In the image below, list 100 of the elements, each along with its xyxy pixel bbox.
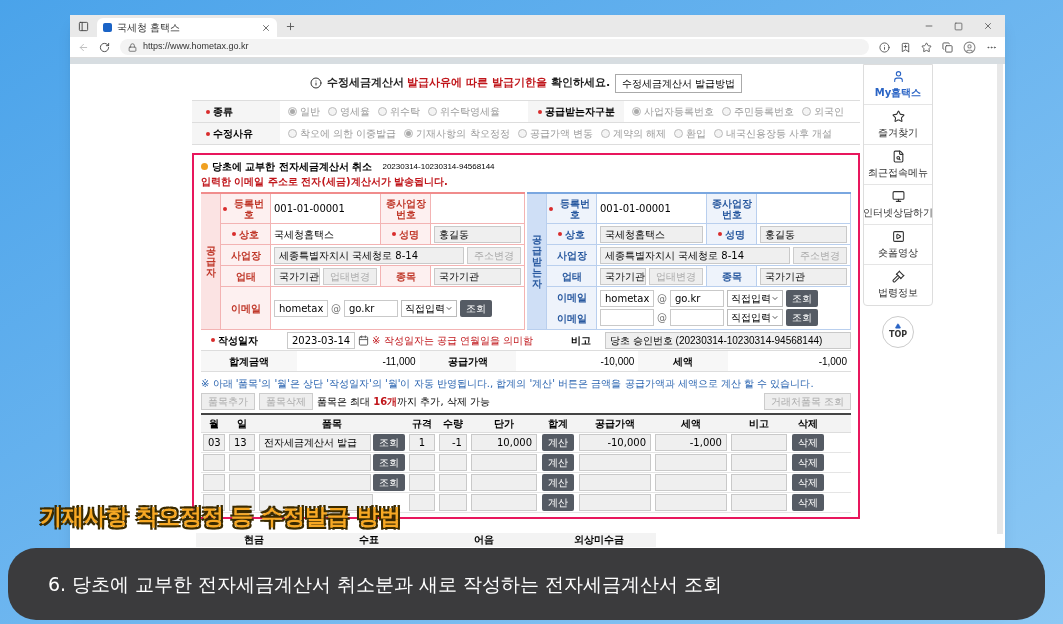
radio-button[interactable] [288,107,297,116]
required-mark-icon [223,206,227,211]
day-field[interactable]: 13 [229,434,255,451]
guide-button[interactable]: 수정세금계산서 발급방법 [615,73,743,93]
radio-button[interactable] [713,129,723,138]
top-button[interactable]: TOP [882,316,914,348]
email-domain-field[interactable]: go.kr [344,299,398,317]
radio-button[interactable] [328,107,337,116]
note-field[interactable] [731,494,787,511]
select-dropdown[interactable]: 직접입력 [401,299,457,317]
text-field[interactable]: 홍길동 [434,225,521,243]
tax-field[interactable] [655,494,727,511]
select-dropdown[interactable]: 직접입력 [727,290,783,307]
price-field[interactable] [471,474,537,491]
option-label: 수정사유 [213,127,253,141]
select-dropdown[interactable]: 직접입력 [727,309,783,326]
supply-field[interactable]: -10,000 [579,434,651,451]
quick-menu-item[interactable]: 법령정보 [864,265,932,305]
spec-field[interactable] [409,494,435,511]
star-icon [891,109,905,123]
lookup-button[interactable]: 조회 [373,454,405,471]
text-field[interactable]: 홍길동 [760,225,847,243]
radio-button[interactable] [428,107,437,116]
tax-field[interactable]: -1,000 [655,434,727,451]
month-field[interactable] [203,474,225,491]
delete-button[interactable]: 삭제 [792,434,824,451]
price-field[interactable] [471,454,537,471]
calculate-button[interactable]: 계산 [542,454,574,471]
price-field[interactable] [471,494,537,511]
quick-menu-item[interactable]: My홈택스 [864,65,932,105]
month-field[interactable] [203,454,225,471]
quantity-field[interactable]: -1 [439,434,467,451]
date-field[interactable]: 2023-03-14 [287,331,355,349]
text-field[interactable]: 국가기관 [274,267,320,285]
quantity-field[interactable] [439,474,467,491]
email-id-field[interactable] [600,309,654,326]
delete-button[interactable]: 삭제 [792,494,824,511]
lookup-button[interactable]: 조회 [786,290,818,307]
item-field[interactable] [259,474,371,491]
text-field[interactable]: 국세청홈택스 [600,225,703,243]
text-field[interactable]: 세종특별자치시 국세청로 8-14 [600,246,790,264]
browser-tab[interactable]: 국세청 홈택스 [97,18,277,37]
field-label: 사업장 [230,248,261,263]
note-field[interactable] [731,474,787,491]
email-domain-field[interactable]: go.kr [670,290,724,307]
supply-field[interactable] [579,474,651,491]
radio-button[interactable] [378,107,387,116]
memo-field[interactable]: 당초 승인번호 (20230314-10230314-94568144) [605,331,851,349]
radio-button[interactable] [517,129,527,138]
note-field[interactable] [731,434,787,451]
month-field[interactable]: 03 [203,434,225,451]
text-field[interactable]: 세종특별자치시 국세청로 8-14 [274,246,464,264]
item-field[interactable]: 전자세금계산서 발급 [259,434,371,451]
quantity-field[interactable] [439,454,467,471]
tax-field[interactable] [655,474,727,491]
radio-button[interactable] [673,129,683,138]
field-label: 종사업장번호 [710,197,753,220]
radio-button[interactable] [802,107,811,116]
lookup-button[interactable]: 조회 [786,309,818,326]
radio-button[interactable] [404,129,414,138]
item-field[interactable] [259,454,371,471]
supply-field[interactable] [579,454,651,471]
quick-menu-item[interactable]: 인터넷상담하기 [864,185,932,225]
at-sign: @ [331,301,341,316]
quick-menu-item[interactable]: 최근접속메뉴 [864,145,932,185]
day-field[interactable] [229,474,255,491]
spec-field[interactable] [409,454,435,471]
address-bar[interactable]: https://www.hometax.go.kr [120,39,869,55]
lookup-button[interactable]: 조회 [373,434,405,451]
supply-field[interactable] [579,494,651,511]
quantity-field[interactable] [439,494,467,511]
column-header: 세액 [680,417,702,431]
day-field[interactable] [229,454,255,471]
lookup-button[interactable]: 조회 [460,299,492,317]
radio-button[interactable] [722,107,731,116]
email-domain-field[interactable] [670,309,724,326]
delete-button[interactable]: 삭제 [792,454,824,471]
radio-label: 위수탁영세율 [440,105,500,119]
delete-button[interactable]: 삭제 [792,474,824,491]
column-header: 공급가액 [594,417,636,431]
text-field[interactable]: 국가기관 [600,267,646,285]
calculate-button[interactable]: 계산 [542,434,574,451]
radio-button[interactable] [600,129,610,138]
lookup-button[interactable]: 조회 [373,474,405,491]
email-id-field[interactable]: hometax [274,299,328,317]
radio-button[interactable] [632,107,641,116]
calculate-button[interactable]: 계산 [542,494,574,511]
tax-field[interactable] [655,454,727,471]
price-field[interactable]: 10,000 [471,434,537,451]
email-id-field[interactable]: hometax [600,290,654,307]
spec-field[interactable] [409,474,435,491]
text-field[interactable]: 국가기관 [760,267,847,285]
quick-menu-item[interactable]: 숏폼영상 [864,225,932,265]
note-field[interactable] [731,454,787,471]
radio-button[interactable] [288,129,297,138]
text-field[interactable]: 국가기관 [434,267,521,285]
quick-menu-item[interactable]: 즐겨찾기 [864,105,932,145]
calculate-button[interactable]: 계산 [542,474,574,491]
scrollbar[interactable] [997,64,1003,534]
spec-field[interactable]: 1 [409,434,435,451]
